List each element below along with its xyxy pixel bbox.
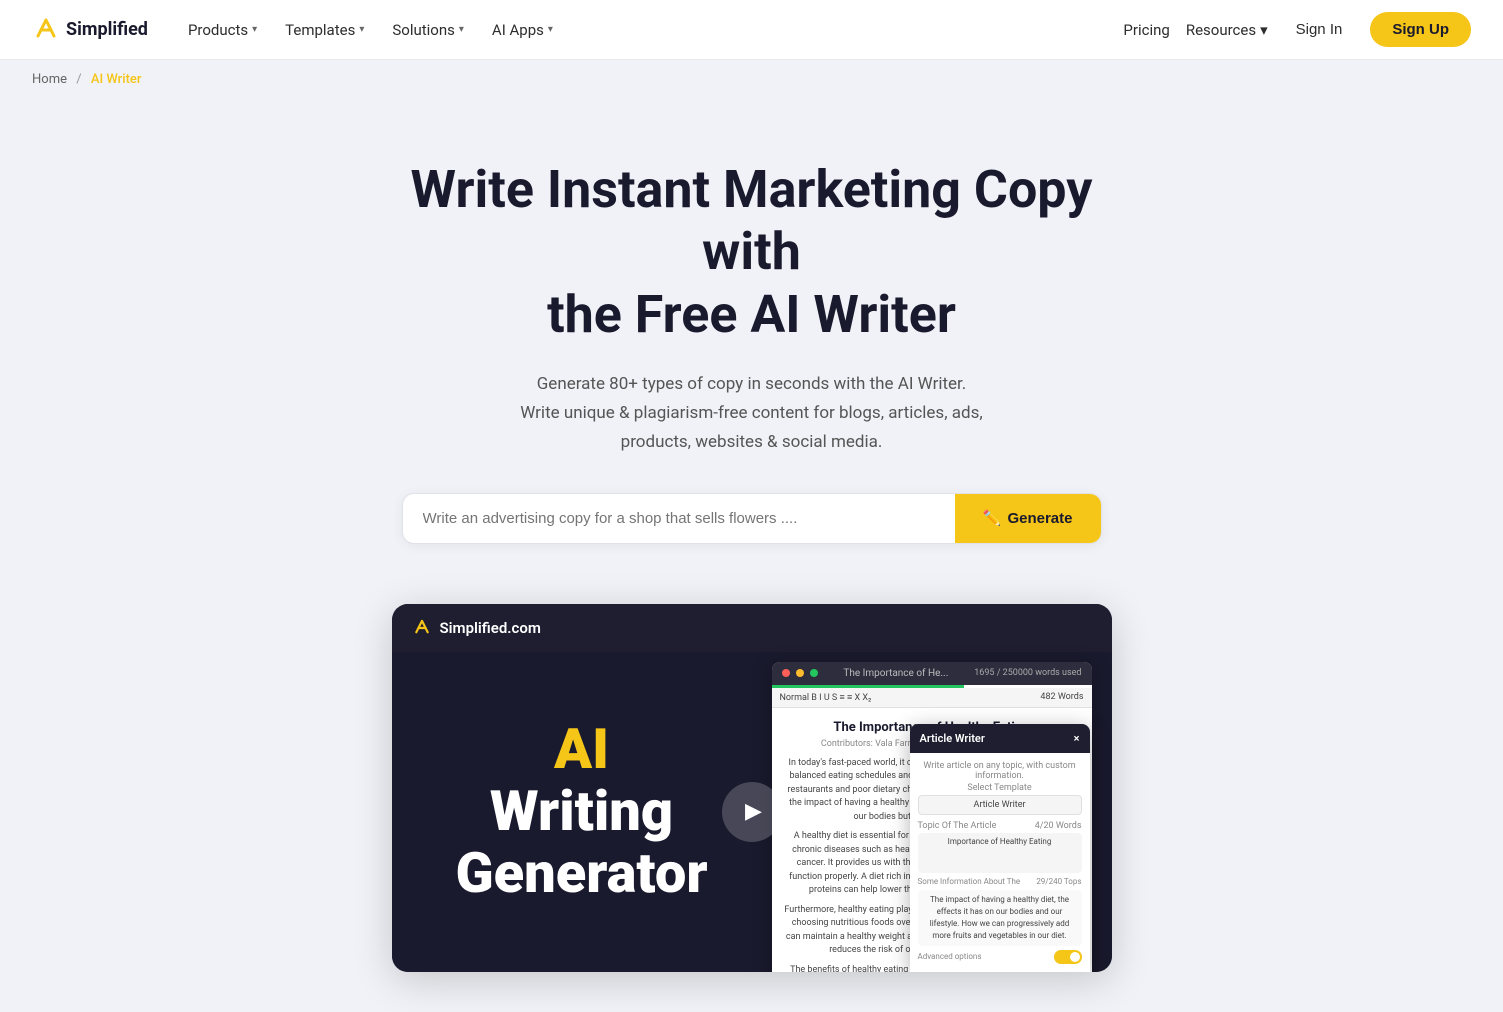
doc-word-count: 1695 / 250000 words used <box>974 668 1081 678</box>
video-section: Simplified.com AI Writing Generator ▶ <box>392 604 1112 972</box>
breadcrumb-separator: / <box>76 72 81 87</box>
nav-item-ai-apps[interactable]: AI Apps ▾ <box>480 13 565 47</box>
nav-products-label: Products <box>188 21 248 39</box>
ai-select-label: Select Template <box>918 783 1082 793</box>
ai-advanced-label: Advanced options <box>918 952 982 961</box>
window-minimize-dot <box>796 669 804 677</box>
breadcrumb-home-link[interactable]: Home <box>32 72 67 87</box>
chevron-down-icon: ▾ <box>252 24 257 35</box>
ai-select[interactable]: Article Writer <box>918 795 1082 815</box>
brand-name: Simplified <box>66 19 148 40</box>
video-label-ai: AI <box>432 719 732 781</box>
nav-item-products[interactable]: Products ▾ <box>176 13 269 47</box>
nav-resources[interactable]: Resources ▾ <box>1186 21 1268 39</box>
hero-title-line1: Write Instant Marketing Copy with <box>411 159 1093 282</box>
breadcrumb: Home / AI Writer <box>0 60 1503 99</box>
play-icon: ▶ <box>745 799 762 824</box>
video-label-writing: Writing <box>432 781 732 843</box>
search-bar: ✏️ Generate <box>402 493 1102 544</box>
chevron-down-icon: ▾ <box>1260 21 1268 39</box>
ai-info-row: Some Information About The 29/240 Tops <box>918 877 1082 886</box>
ai-panel-title: Article Writer <box>920 732 985 745</box>
generate-button[interactable]: ✏️ Generate <box>955 494 1101 543</box>
hero-title-line2: the Free AI Writer <box>547 284 956 345</box>
format-options: Normal B I U S ≡ ≡ X X₂ <box>780 692 872 703</box>
signup-button[interactable]: Sign Up <box>1370 12 1471 47</box>
nav-ai-apps-label: AI Apps <box>492 21 544 39</box>
chevron-down-icon: ▾ <box>459 24 464 35</box>
hero-description: Generate 80+ types of copy in seconds wi… <box>462 370 1042 457</box>
search-input[interactable] <box>403 494 955 543</box>
ai-toggle[interactable] <box>1054 950 1082 964</box>
ai-advanced-toggle-row: Advanced options <box>918 950 1082 964</box>
hero-title: Write Instant Marketing Copy with the Fr… <box>392 159 1112 346</box>
ai-info-count: 29/240 Tops <box>1036 877 1081 886</box>
ai-topic-label: Topic Of The Article <box>918 821 997 831</box>
video-header: Simplified.com <box>392 604 1112 652</box>
video-content: AI Writing Generator ▶ The Importance of <box>392 652 1112 972</box>
ai-topic-input[interactable]: Importance of Healthy Eating <box>918 833 1082 873</box>
ai-panel-header: Article Writer × <box>910 724 1090 753</box>
nav-item-templates[interactable]: Templates ▾ <box>273 13 376 47</box>
generate-label: Generate <box>1007 510 1072 527</box>
doc-title-bar-text: The Importance of He... <box>824 668 969 679</box>
ai-generated-text: The impact of having a healthy diet, the… <box>918 890 1082 946</box>
nav-resources-label: Resources <box>1186 21 1256 39</box>
ai-topic-row: Topic Of The Article 4/20 Words <box>918 821 1082 831</box>
generate-icon: ✏️ <box>983 509 1002 527</box>
ai-topic-count: 4/20 Words <box>1035 821 1082 831</box>
window-close-dot <box>782 669 790 677</box>
doc-toolbar: The Importance of He... 1695 / 250000 wo… <box>772 662 1092 685</box>
window-maximize-dot <box>810 669 818 677</box>
signin-button[interactable]: Sign In <box>1284 13 1355 46</box>
chevron-down-icon: ▾ <box>359 24 364 35</box>
doc-format-bar: Normal B I U S ≡ ≡ X X₂ 482 Words <box>772 688 1092 708</box>
ai-panel-close-icon[interactable]: × <box>1074 732 1080 745</box>
hero-section: Write Instant Marketing Copy with the Fr… <box>0 99 1503 1012</box>
video-left-text: AI Writing Generator <box>392 652 772 972</box>
brand-logo[interactable]: Simplified <box>32 16 148 44</box>
video-label-generator: Generator <box>432 843 732 905</box>
doc-words-label: 482 Words <box>1040 692 1083 702</box>
nav-right: Pricing Resources ▾ Sign In Sign Up <box>1123 12 1471 47</box>
breadcrumb-current: AI Writer <box>91 72 142 87</box>
chevron-down-icon: ▾ <box>548 24 553 35</box>
ai-placeholder-label: Write article on any topic, with custom … <box>918 761 1082 781</box>
nav-solutions-label: Solutions <box>392 21 455 39</box>
nav-links: Products ▾ Templates ▾ Solutions ▾ AI Ap… <box>176 13 1123 47</box>
nav-item-solutions[interactable]: Solutions ▾ <box>380 13 476 47</box>
ai-info-label: Some Information About The <box>918 877 1021 886</box>
play-button[interactable]: ▶ <box>722 782 782 842</box>
nav-pricing[interactable]: Pricing <box>1123 21 1169 39</box>
navbar: Simplified Products ▾ Templates ▾ Soluti… <box>0 0 1503 60</box>
ai-writer-panel: Article Writer × Write article on any to… <box>910 724 1090 972</box>
ai-toggle-dot <box>1070 952 1080 962</box>
ai-panel-body: Write article on any topic, with custom … <box>910 753 1090 972</box>
video-logo-text: Simplified.com <box>440 619 541 637</box>
doc-preview-area: The Importance of He... 1695 / 250000 wo… <box>772 652 1112 972</box>
nav-templates-label: Templates <box>285 21 355 39</box>
